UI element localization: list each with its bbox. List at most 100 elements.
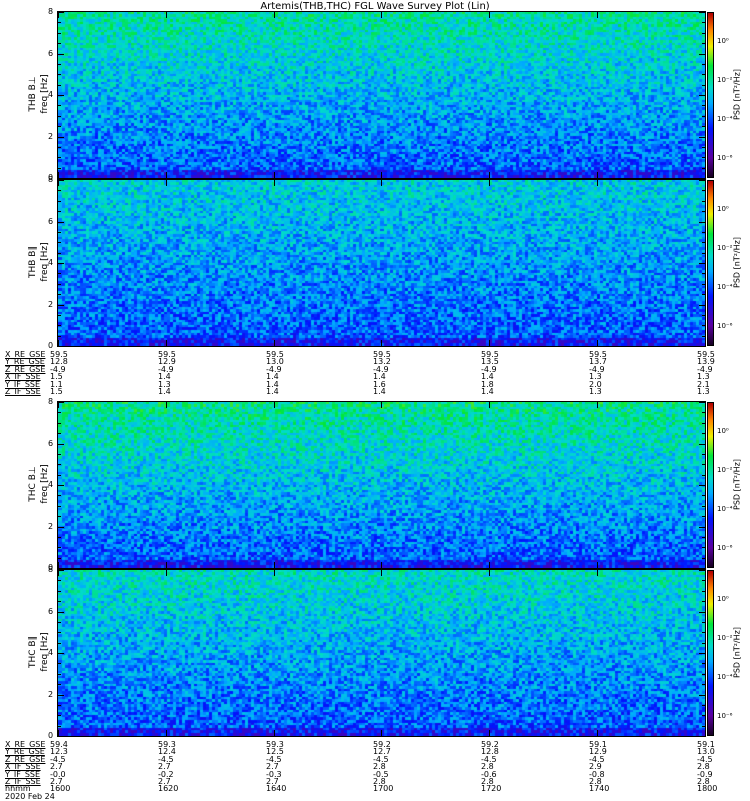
x-tick xyxy=(166,562,167,568)
colorbar xyxy=(707,12,714,178)
y-tick xyxy=(58,84,61,86)
y-tick xyxy=(58,32,61,34)
y-tick xyxy=(702,200,705,202)
x-tick xyxy=(381,12,382,18)
y-tick xyxy=(58,136,64,138)
x-tick xyxy=(597,180,598,186)
x-tick xyxy=(489,172,490,178)
y-tick xyxy=(58,725,61,727)
y-tick xyxy=(58,200,61,202)
y-tick xyxy=(58,95,64,96)
x-tick xyxy=(381,730,382,736)
y-tick xyxy=(58,167,61,169)
x-tick xyxy=(166,730,167,736)
x-tick xyxy=(597,172,598,178)
x-tick xyxy=(274,562,275,568)
y-tick xyxy=(58,694,64,696)
x-tick xyxy=(274,172,275,178)
y-tick xyxy=(58,485,64,486)
y-tick xyxy=(699,53,705,55)
y-tick xyxy=(58,221,64,223)
y-tick xyxy=(702,495,705,497)
y-tick xyxy=(58,601,61,603)
x-tick xyxy=(705,730,706,736)
y-tick xyxy=(58,642,61,644)
y-tick xyxy=(702,557,705,559)
y-tick xyxy=(58,314,61,316)
y-tick xyxy=(58,304,64,306)
y-tick xyxy=(702,43,705,45)
y-tick xyxy=(702,601,705,603)
colorbar xyxy=(707,402,714,568)
y-tick xyxy=(58,231,61,233)
ephemeris-value: 1.4 xyxy=(158,387,171,396)
x-tick xyxy=(381,402,382,408)
y-tick xyxy=(58,115,61,117)
colorbar-tick-label: 10⁰ xyxy=(717,37,729,46)
y-tick xyxy=(702,211,705,213)
x-tick xyxy=(166,12,167,18)
y-tick xyxy=(58,704,61,706)
y-tick xyxy=(702,474,705,476)
y-tick xyxy=(702,433,705,435)
colorbar-tick-label: 10⁻⁴ xyxy=(717,283,733,292)
y-tick xyxy=(58,422,61,424)
x-tick xyxy=(705,12,706,18)
y-tick xyxy=(58,190,61,192)
x-tick xyxy=(58,12,59,18)
y-tick xyxy=(58,536,61,538)
x-tick xyxy=(166,402,167,408)
colorbar-label: PSD [nT²/Hz] xyxy=(732,459,742,510)
y-tick-label: 0 xyxy=(48,731,54,740)
colorbar-tick-label: 10⁻² xyxy=(717,244,733,253)
y-tick xyxy=(702,547,705,549)
y-tick xyxy=(58,453,61,455)
colorbar xyxy=(707,180,714,346)
y-tick xyxy=(58,412,61,414)
y-tick xyxy=(702,252,705,254)
y-tick xyxy=(58,325,61,327)
x-tick xyxy=(381,570,382,576)
ephemeris-value: 1.4 xyxy=(481,387,494,396)
y-tick xyxy=(702,115,705,117)
y-tick xyxy=(58,516,61,518)
y-axis-label: freq [Hz] xyxy=(40,242,50,282)
y-tick xyxy=(702,464,705,466)
ephemeris-value: 1640 xyxy=(266,784,287,794)
y-tick xyxy=(58,580,61,582)
ephemeris-value: 1.4 xyxy=(373,387,386,396)
x-tick xyxy=(597,402,598,408)
y-tick xyxy=(702,190,705,192)
x-tick xyxy=(166,570,167,576)
colorbar xyxy=(707,570,714,736)
y-tick xyxy=(702,314,705,316)
y-tick xyxy=(702,146,705,148)
y-tick xyxy=(58,547,61,549)
x-tick xyxy=(489,730,490,736)
ephemeris-value: 1740 xyxy=(589,784,610,794)
x-tick xyxy=(274,730,275,736)
x-tick xyxy=(58,172,59,178)
colorbar-tick-label: 10⁻² xyxy=(717,634,733,643)
y-tick xyxy=(699,526,705,528)
y-tick xyxy=(58,126,61,128)
y-tick xyxy=(58,211,61,213)
y-tick xyxy=(58,22,61,24)
y-tick xyxy=(702,632,705,634)
y-tick xyxy=(702,536,705,538)
y-tick xyxy=(702,663,705,665)
y-tick xyxy=(58,715,61,717)
y-tick xyxy=(58,43,61,45)
x-tick xyxy=(705,340,706,346)
colorbar-tick-label: 10⁻⁴ xyxy=(717,673,733,682)
x-tick xyxy=(58,340,59,346)
y-tick xyxy=(702,242,705,244)
y-tick xyxy=(58,736,64,737)
y-tick xyxy=(699,95,705,96)
y-tick xyxy=(58,433,61,435)
y-tick xyxy=(58,684,61,686)
y-tick xyxy=(58,474,61,476)
y-tick xyxy=(702,621,705,623)
x-tick xyxy=(705,172,706,178)
colorbar-tick-label: 10⁰ xyxy=(717,427,729,436)
